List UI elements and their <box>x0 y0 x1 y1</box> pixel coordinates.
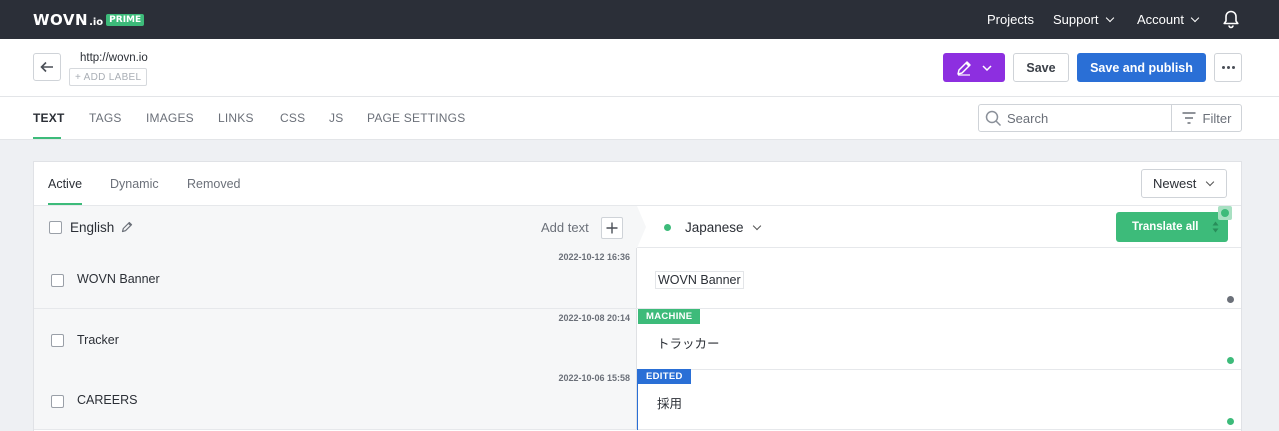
tab-css[interactable]: CSS <box>280 111 305 125</box>
translation-status-dot <box>1227 418 1234 425</box>
chevron-down-icon <box>982 64 992 71</box>
pencil-icon <box>957 60 971 76</box>
tab-links[interactable]: LINKS <box>218 111 254 125</box>
target-language-label: Japanese <box>685 220 744 235</box>
search-icon <box>985 110 1002 127</box>
translation-status-dot <box>1227 296 1234 303</box>
page-url: http://wovn.io <box>80 52 148 64</box>
tab-page-settings[interactable]: PAGE SETTINGS <box>367 111 465 125</box>
source-text: CAREERS <box>77 393 138 407</box>
tab-images[interactable]: IMAGES <box>146 111 194 125</box>
dot <box>1231 66 1235 69</box>
source-language-header: English Add text <box>34 206 637 248</box>
translation-status-dot <box>1227 357 1234 364</box>
translation-text[interactable]: WOVN Banner <box>655 271 744 289</box>
tab-tags[interactable]: TAGS <box>89 111 122 125</box>
row-timestamp: 2022-10-06 15:58 <box>558 373 630 383</box>
nav-support-label: Support <box>1053 12 1099 27</box>
logo-io: .io <box>89 16 104 28</box>
edited-row-edge <box>637 369 638 430</box>
search-input[interactable] <box>1007 105 1167 131</box>
edited-badge: EDITED <box>638 369 691 384</box>
table-row[interactable]: 2022-10-06 15:58 CAREERS EDITED 採用 <box>34 369 1241 430</box>
save-button[interactable]: Save <box>1013 53 1069 82</box>
add-label-button[interactable]: + ADD LABEL <box>69 68 148 86</box>
tab-js[interactable]: JS <box>329 111 343 125</box>
active-tab-indicator <box>33 137 61 139</box>
edit-mode-dropdown[interactable] <box>943 53 1005 82</box>
add-text-label[interactable]: Add text <box>541 220 589 235</box>
dot <box>1221 66 1225 69</box>
translation-text[interactable]: 採用 <box>655 392 684 413</box>
page-header: http://wovn.io + ADD LABEL Save Save and… <box>0 39 1279 97</box>
column-separator-arrow <box>637 206 646 248</box>
back-button[interactable] <box>33 53 61 81</box>
sort-selected-value: Newest <box>1153 176 1197 191</box>
source-text: WOVN Banner <box>77 272 160 286</box>
sort-select[interactable]: Newest <box>1141 169 1227 198</box>
target-language-select[interactable]: Japanese <box>685 220 761 235</box>
logo-prime-badge: PRIME <box>106 14 145 26</box>
translate-all-indicator <box>1218 206 1232 220</box>
select-all-checkbox[interactable] <box>49 221 62 234</box>
translate-all-button[interactable]: Translate all <box>1116 212 1228 242</box>
source-language-label: English <box>70 220 115 235</box>
translation-text[interactable]: トラッカー <box>655 332 722 353</box>
subtab-dynamic[interactable]: Dynamic <box>110 177 159 191</box>
source-cell: 2022-10-08 20:14 Tracker <box>34 309 637 369</box>
chevron-down-icon <box>752 221 761 230</box>
content-tabs: TEXT TAGS IMAGES LINKS CSS JS PAGE SETTI… <box>0 97 1279 140</box>
arrow-left-icon <box>40 61 53 73</box>
translate-all-label: Translate all <box>1132 221 1199 233</box>
indicator-dot <box>1221 209 1229 217</box>
dot <box>1226 66 1230 69</box>
row-timestamp: 2022-10-12 16:36 <box>558 252 630 262</box>
nav-account[interactable]: Account <box>1137 12 1200 27</box>
translation-panel: Active Dynamic Removed Newest English Ad… <box>33 161 1242 431</box>
machine-badge: MACHINE <box>638 309 701 324</box>
table-row[interactable]: 2022-10-08 20:14 Tracker MACHINE トラッカー <box>34 309 1241 370</box>
search-field[interactable] <box>978 104 1172 132</box>
more-options-button[interactable] <box>1214 53 1242 82</box>
subtab-removed[interactable]: Removed <box>187 177 241 191</box>
filter-icon <box>1182 112 1196 124</box>
sort-arrows-icon <box>1212 221 1219 233</box>
table-row[interactable]: 2022-10-12 16:36 WOVN Banner WOVN Banner <box>34 248 1241 309</box>
row-checkbox[interactable] <box>51 274 64 287</box>
row-timestamp: 2022-10-08 20:14 <box>558 313 630 323</box>
nav-account-label: Account <box>1137 12 1184 27</box>
source-cell: 2022-10-12 16:36 WOVN Banner <box>34 248 637 308</box>
chevron-down-icon <box>1190 13 1200 22</box>
chevron-down-icon <box>1206 177 1215 186</box>
subtab-active[interactable]: Active <box>48 177 82 191</box>
top-navbar: WOVN .io PRIME Projects Support Account <box>0 0 1279 39</box>
filter-button[interactable]: Filter <box>1171 104 1242 132</box>
filter-label: Filter <box>1202 110 1232 126</box>
wovn-logo[interactable]: WOVN .io PRIME <box>33 11 145 29</box>
source-text: Tracker <box>77 333 119 347</box>
row-checkbox[interactable] <box>51 334 64 347</box>
language-status-dot <box>664 224 671 231</box>
logo-wordmark: WOVN <box>33 11 89 29</box>
chevron-down-icon <box>1105 13 1114 22</box>
pencil-icon[interactable] <box>121 221 133 233</box>
tab-text[interactable]: TEXT <box>33 111 64 125</box>
save-and-publish-button[interactable]: Save and publish <box>1077 53 1206 82</box>
language-header-row: English Add text Japanese Translate all <box>34 205 1241 248</box>
row-checkbox[interactable] <box>51 395 64 408</box>
bell-icon[interactable] <box>1222 10 1240 29</box>
source-cell: 2022-10-06 15:58 CAREERS <box>34 369 637 429</box>
nav-support[interactable]: Support <box>1053 12 1114 27</box>
plus-icon <box>606 222 618 234</box>
nav-projects[interactable]: Projects <box>987 12 1034 27</box>
add-text-button[interactable] <box>601 217 623 239</box>
